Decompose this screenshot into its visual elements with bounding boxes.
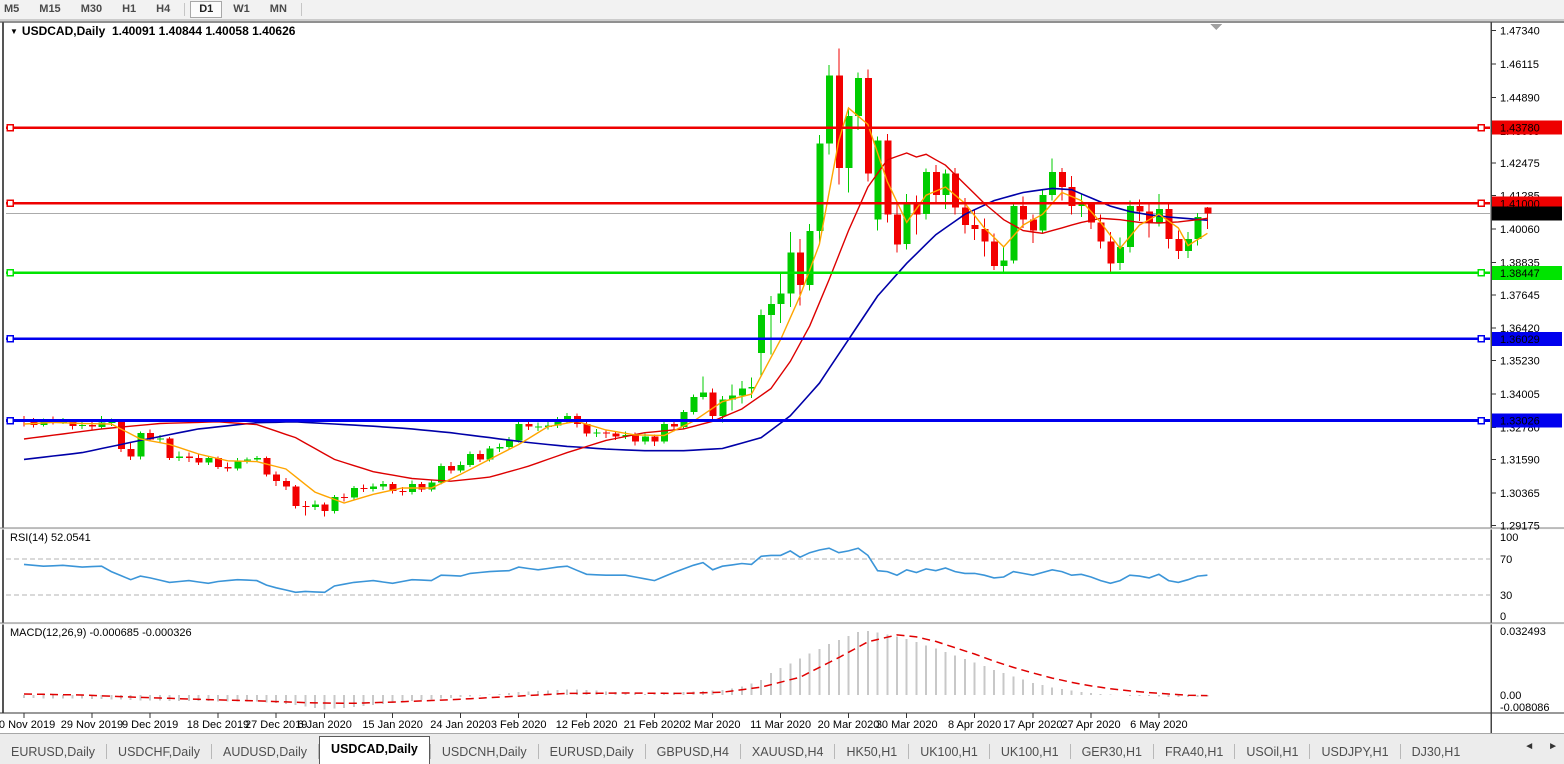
svg-text:1.36029: 1.36029	[1500, 334, 1540, 346]
tab-scroll-left-icon[interactable]: ◄	[1524, 741, 1534, 752]
svg-text:1.44890: 1.44890	[1500, 92, 1540, 104]
tab-usdjpy-h1-14[interactable]: USDJPY,H1	[1310, 739, 1399, 764]
svg-text:27 Apr 2020: 27 Apr 2020	[1061, 719, 1120, 731]
tab-uk100-h1-10[interactable]: UK100,H1	[990, 739, 1070, 764]
tab-hk50-h1-8[interactable]: HK50,H1	[835, 739, 908, 764]
macd-indicator-label: MACD(12,26,9) -0.000685 -0.000326	[10, 627, 192, 639]
svg-text:1.34005: 1.34005	[1500, 389, 1540, 401]
svg-text:1.42475: 1.42475	[1500, 158, 1540, 170]
svg-text:8 Apr 2020: 8 Apr 2020	[948, 719, 1001, 731]
svg-text:1.30365: 1.30365	[1500, 488, 1540, 500]
chevron-down-icon[interactable]: ▼	[10, 27, 18, 36]
svg-text:15 Jan 2020: 15 Jan 2020	[362, 719, 423, 731]
price-label-1.36029: 1.36029	[1492, 331, 1562, 346]
svg-text:2 Mar 2020: 2 Mar 2020	[685, 719, 741, 731]
trading-terminal: M5 M15 M30 H1 H4 D1 W1 MN 1.47340 1.46115 1.44890…	[0, 0, 1564, 764]
svg-text:3 Feb 2020: 3 Feb 2020	[491, 719, 547, 731]
tab-ger30-h1-11[interactable]: GER30,H1	[1071, 739, 1153, 764]
svg-text:1.35230: 1.35230	[1500, 356, 1540, 368]
rsi-scale-label: 0	[1500, 611, 1506, 623]
svg-text:1.31590: 1.31590	[1500, 455, 1540, 467]
rsi-scale-label: 70	[1500, 554, 1512, 566]
tab-usdchf-daily-1[interactable]: USDCHF,Daily	[107, 739, 211, 764]
chart-title: ▼ USDCAD,Daily 1.40091 1.40844 1.40058 1.…	[10, 24, 295, 38]
chart-tab-bar: EURUSD,Daily USDCHF,Daily AUDUSD,Daily USDC…	[0, 733, 1564, 764]
svg-text:30 Mar 2020: 30 Mar 2020	[876, 719, 938, 731]
svg-text:1.46115: 1.46115	[1500, 59, 1539, 71]
svg-text:29 Nov 2019: 29 Nov 2019	[61, 719, 123, 731]
tab-dj30-h1-15[interactable]: DJ30,H1	[1401, 739, 1472, 764]
svg-text:1.47340: 1.47340	[1500, 26, 1540, 38]
svg-text:1.40060: 1.40060	[1500, 224, 1540, 236]
svg-text:20 Nov 2019: 20 Nov 2019	[0, 719, 55, 731]
macd-scale-bottom: -0.008086	[1500, 702, 1550, 714]
tab-usoil-h1-13[interactable]: USOil,H1	[1235, 739, 1309, 764]
svg-text:1.38447: 1.38447	[1500, 268, 1540, 280]
svg-text:11 Mar 2020: 11 Mar 2020	[750, 719, 811, 731]
tab-fra40-h1-12[interactable]: FRA40,H1	[1154, 739, 1234, 764]
price-label-1.33026: 1.33026	[1492, 413, 1562, 428]
rsi-scale-label: 30	[1500, 590, 1512, 602]
svg-text:6 Jan 2020: 6 Jan 2020	[297, 719, 351, 731]
tab-scroll-right-icon[interactable]: ►	[1548, 741, 1558, 752]
tab-usdcad-daily-3[interactable]: USDCAD,Daily	[319, 736, 430, 764]
svg-text:21 Feb 2020: 21 Feb 2020	[624, 719, 686, 731]
tab-eurusd-daily-0[interactable]: EURUSD,Daily	[0, 739, 106, 764]
tab-eurusd-daily-5[interactable]: EURUSD,Daily	[539, 739, 645, 764]
svg-text:1.33026: 1.33026	[1500, 416, 1540, 428]
tab-uk100-h1-9[interactable]: UK100,H1	[909, 739, 989, 764]
chart-title-text: USDCAD,Daily 1.40091 1.40844 1.40058 1.4…	[21, 24, 296, 38]
svg-text:1.43780: 1.43780	[1500, 123, 1540, 135]
svg-text:18 Dec 2019: 18 Dec 2019	[187, 719, 249, 731]
svg-text:12 Feb 2020: 12 Feb 2020	[556, 719, 618, 731]
rsi-scale-label: 100	[1500, 532, 1518, 544]
tab-audusd-daily-2[interactable]: AUDUSD,Daily	[212, 739, 318, 764]
price-label-1.38447: 1.38447	[1492, 265, 1562, 280]
rsi-indicator-label: RSI(14) 52.0541	[10, 532, 91, 544]
macd-scale-top: 0.032493	[1500, 626, 1546, 638]
svg-text:17 Apr 2020: 17 Apr 2020	[1003, 719, 1062, 731]
current-price-label: 1.40626	[1492, 206, 1562, 221]
tab-xauusd-h4-7[interactable]: XAUUSD,H4	[741, 739, 835, 764]
svg-text:1.40626: 1.40626	[1500, 209, 1540, 221]
svg-text:9 Dec 2019: 9 Dec 2019	[122, 719, 178, 731]
tab-usdcnh-daily-4[interactable]: USDCNH,Daily	[431, 739, 538, 764]
tab-gbpusd-h4-6[interactable]: GBPUSD,H4	[646, 739, 740, 764]
svg-text:20 Mar 2020: 20 Mar 2020	[818, 719, 880, 731]
svg-text:24 Jan 2020: 24 Jan 2020	[430, 719, 491, 731]
price-label-1.43780: 1.43780	[1492, 120, 1562, 135]
svg-text:1.37645: 1.37645	[1500, 290, 1540, 302]
tab-scroll-arrows: ◄ ►	[1524, 741, 1558, 752]
macd-scale-zero: 0.00	[1500, 690, 1521, 702]
svg-text:6 May 2020: 6 May 2020	[1130, 719, 1187, 731]
svg-text:1.29175: 1.29175	[1500, 521, 1540, 533]
